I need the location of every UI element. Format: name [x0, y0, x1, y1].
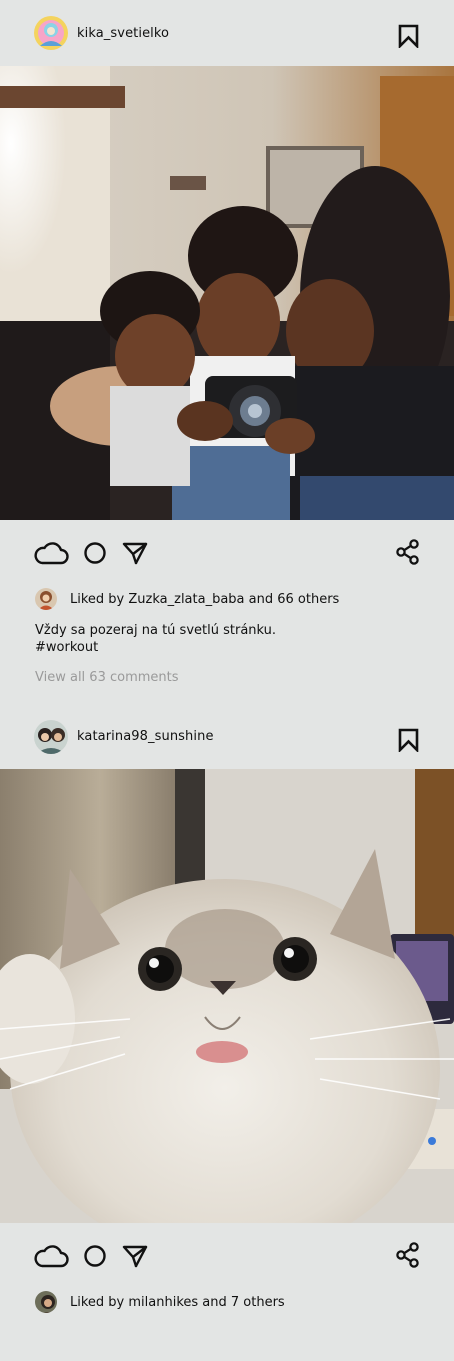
cloud-like-icon[interactable] — [33, 1243, 69, 1269]
avatar[interactable] — [35, 588, 57, 610]
share-icon[interactable] — [396, 1242, 420, 1268]
username[interactable]: kika_svetielko — [77, 26, 169, 41]
circle-comment-icon[interactable] — [83, 1244, 107, 1268]
post-actions — [0, 520, 454, 586]
post-header: kika_svetielko — [0, 0, 454, 66]
post: katarina98_sunshine Liked by milanhikes … — [0, 704, 454, 1315]
liked-by-text[interactable]: Liked by Zuzka_zlata_baba and 66 others — [70, 592, 339, 607]
post-actions — [0, 1223, 454, 1289]
post: kika_svetielko Liked by Zuzka_zlata_baba… — [0, 0, 454, 685]
circle-comment-icon[interactable] — [83, 541, 107, 565]
cloud-like-icon[interactable] — [33, 540, 69, 566]
post-photo[interactable] — [0, 769, 454, 1223]
post-caption: Vždy sa pozeraj na tú svetlú stránku. #w… — [35, 623, 277, 655]
avatar[interactable] — [35, 1291, 57, 1313]
avatar[interactable] — [34, 16, 68, 50]
feed: kika_svetielko Liked by Zuzka_zlata_baba… — [0, 0, 454, 1361]
username[interactable]: katarina98_sunshine — [77, 729, 214, 744]
post-photo[interactable] — [0, 66, 454, 520]
likes-row: Liked by milanhikes and 7 others — [0, 1289, 454, 1315]
bookmark-icon[interactable] — [398, 728, 419, 752]
post-header: katarina98_sunshine — [0, 704, 454, 769]
send-triangle-icon[interactable] — [122, 541, 148, 565]
send-triangle-icon[interactable] — [122, 1244, 148, 1268]
avatar[interactable] — [34, 719, 68, 754]
likes-row: Liked by Zuzka_zlata_baba and 66 others — [0, 586, 454, 612]
bookmark-icon[interactable] — [398, 24, 419, 48]
share-icon[interactable] — [396, 539, 420, 565]
view-comments-link[interactable]: View all 63 comments — [0, 670, 454, 685]
liked-by-text[interactable]: Liked by milanhikes and 7 others — [70, 1295, 285, 1310]
